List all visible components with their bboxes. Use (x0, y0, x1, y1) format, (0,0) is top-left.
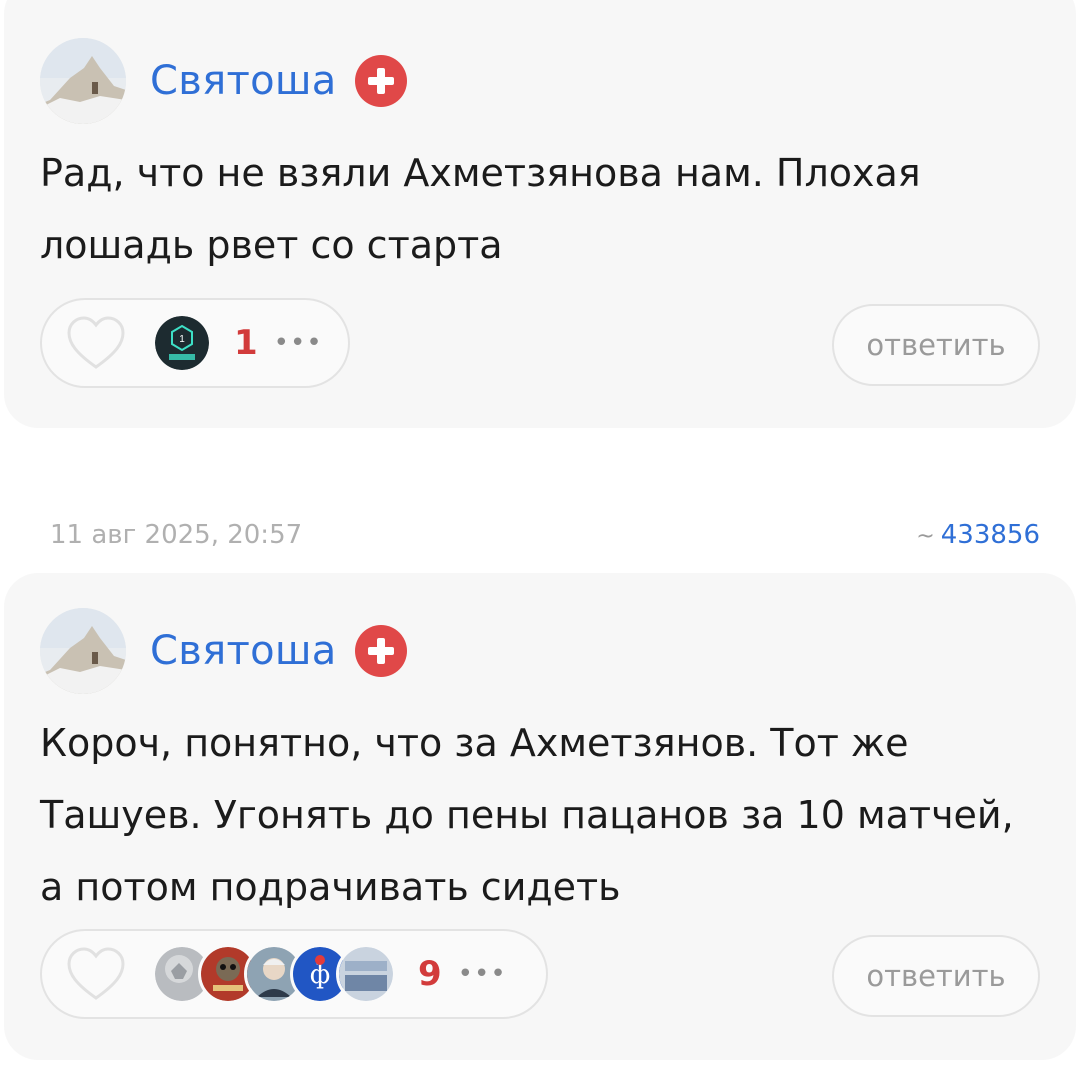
comment-author: Святоша (40, 608, 407, 694)
comment-text: Короч, понятно, что за Ахметзянов. Тот ж… (40, 721, 1014, 909)
reaction-avatars[interactable]: ф (152, 944, 396, 1004)
comment-card: Святоша Короч, понятно, что за Ахметзяно… (4, 573, 1076, 1060)
more-dots-icon[interactable]: ••• (274, 328, 323, 358)
user-avatar[interactable] (40, 38, 126, 124)
id-prefix: ~ (916, 524, 935, 549)
reaction-count[interactable]: 1 (234, 323, 258, 363)
heart-icon[interactable] (66, 946, 126, 1002)
liga-pari-icon: 1 (152, 313, 212, 373)
username[interactable]: Святоша (150, 628, 337, 674)
plus-badge-icon (354, 55, 407, 107)
reaction-avatar (336, 944, 396, 1004)
heart-icon[interactable] (66, 315, 126, 371)
svg-text:1: 1 (179, 334, 185, 345)
comment-text: Рад, что не взяли Ахметзянова нам. Плоха… (40, 151, 921, 267)
plus-badge-icon (354, 625, 407, 677)
user-avatar[interactable] (40, 608, 126, 694)
id-number: 433856 (940, 520, 1040, 550)
reply-button[interactable]: ответить (832, 304, 1040, 386)
reply-button[interactable]: ответить (832, 935, 1040, 1017)
timestamp: 11 авг 2025, 20:57 (50, 520, 303, 550)
reactions-bar: 1 1 ••• (40, 298, 350, 388)
comment-id[interactable]: ~433856 (916, 520, 1040, 550)
username[interactable]: Святоша (150, 58, 337, 104)
more-dots-icon[interactable]: ••• (458, 959, 507, 989)
comment-meta: 11 авг 2025, 20:57 ~433856 (50, 520, 1040, 560)
comment-card: Святоша Рад, что не взяли Ахметзянова на… (4, 0, 1076, 428)
reaction-count[interactable]: 9 (418, 954, 442, 994)
reactions-bar: ф 9 ••• (40, 929, 548, 1019)
comment-author: Святоша (40, 38, 407, 124)
reaction-avatars[interactable]: 1 (152, 313, 212, 373)
